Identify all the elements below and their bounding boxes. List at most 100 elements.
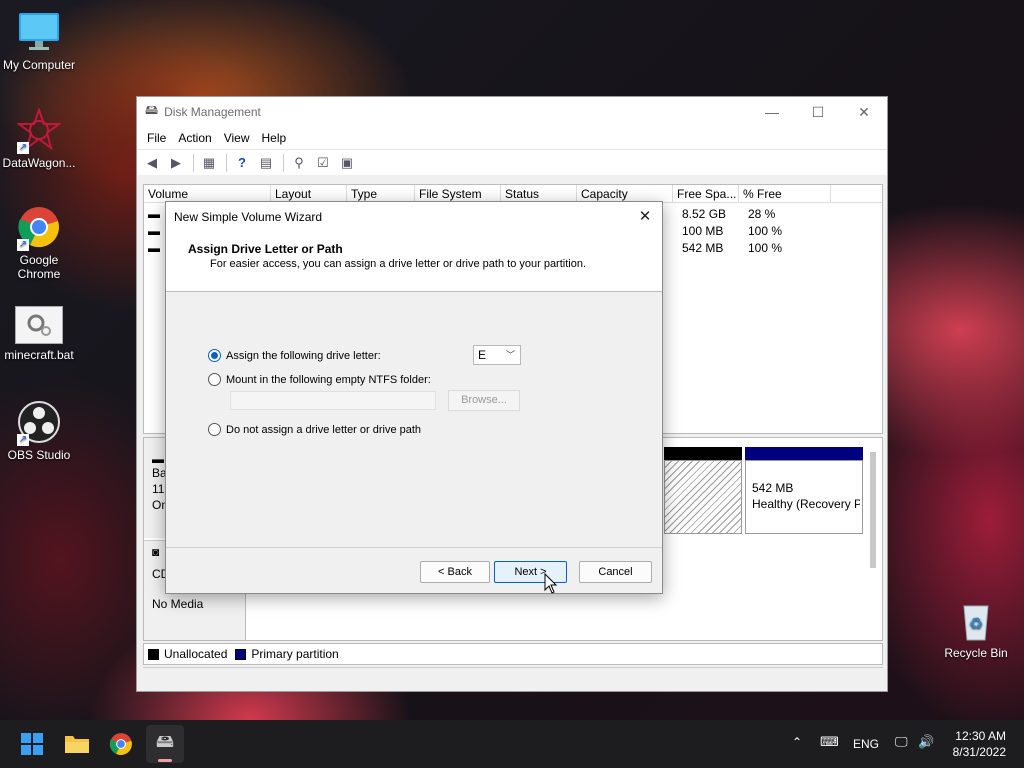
folder-icon <box>65 736 89 753</box>
menu-bar: File Action View Help <box>137 127 887 149</box>
active-app-indicator <box>158 759 172 762</box>
connect-icon[interactable]: ⚲ <box>288 153 310 173</box>
legend-unallocated: Unallocated <box>164 647 228 661</box>
radio-button[interactable] <box>208 373 221 386</box>
desktop-icon-label: OBS Studio <box>7 448 71 462</box>
menu-help[interactable]: Help <box>256 131 293 145</box>
back-button[interactable]: < Back <box>420 561 490 583</box>
partition-size: 542 MB <box>752 481 794 495</box>
column-header-status[interactable]: Status <box>501 185 577 202</box>
wizard-header: Assign Drive Letter or Path For easier a… <box>166 232 662 292</box>
properties-icon[interactable]: ▤ <box>255 153 277 173</box>
desktop-icon-obs-studio[interactable]: ↗ OBS Studio <box>0 400 78 462</box>
column-header-capacity[interactable]: Capacity <box>577 185 673 202</box>
desktop-icon-minecraft-bat[interactable]: minecraft.bat <box>0 306 78 362</box>
radio-button[interactable] <box>208 349 221 362</box>
recovery-partition[interactable]: 542 MB Healthy (Recovery P <box>745 460 863 534</box>
wizard-close-button[interactable]: ✕ <box>634 206 656 228</box>
menu-action[interactable]: Action <box>172 131 217 145</box>
wizard-footer-divider <box>166 547 662 548</box>
radio-button[interactable] <box>208 423 221 436</box>
input-language[interactable]: ENG <box>853 737 879 751</box>
legend-primary: Primary partition <box>251 647 339 661</box>
wizard-titlebar[interactable]: New Simple Volume Wizard ✕ <box>166 202 662 232</box>
settings-list-icon[interactable]: ▣ <box>336 153 358 173</box>
desktop-icon-recycle-bin[interactable]: ♻ Recycle Bin <box>936 598 1016 660</box>
column-header-layout[interactable]: Layout <box>271 185 347 202</box>
drive-icon: ▬ <box>148 224 160 238</box>
desktop-icon-label: Recycle Bin <box>944 646 1008 660</box>
window-title: Disk Management <box>164 105 261 119</box>
back-arrow-icon[interactable]: ◀ <box>141 153 163 173</box>
primary-partition-bar <box>745 447 863 460</box>
start-button[interactable] <box>13 725 51 763</box>
menu-file[interactable]: File <box>141 131 172 145</box>
desktop-icon-label: My Computer <box>2 58 76 72</box>
close-button[interactable]: ✕ <box>841 97 887 127</box>
column-header-volume[interactable]: Volume <box>144 185 271 202</box>
option-label: Assign the following drive letter: <box>226 349 381 362</box>
shortcut-arrow-icon: ↗ <box>17 142 29 154</box>
legend: Unallocated Primary partition <box>143 643 883 665</box>
taskbar-disk-management[interactable]: 🖴 <box>146 725 184 763</box>
option-label: Do not assign a drive letter or drive pa… <box>226 423 422 436</box>
window-titlebar[interactable]: 🖴 Disk Management — ☐ ✕ <box>137 97 887 127</box>
drive-icon: ▬ <box>148 241 160 255</box>
option-no-drive-letter[interactable]: Do not assign a drive letter or drive pa… <box>208 423 421 436</box>
minimize-button[interactable]: — <box>749 97 795 127</box>
status-bar <box>143 667 883 689</box>
network-icon[interactable]: 🖵 <box>895 734 908 750</box>
disk-management-icon: 🖴 <box>155 731 175 751</box>
cd-drive-icon: ◙ <box>152 545 160 559</box>
unallocated-bar <box>664 447 742 460</box>
svg-text:♻: ♻ <box>969 616 983 633</box>
browse-button: Browse... <box>448 390 520 411</box>
unallocated-partition[interactable] <box>664 460 742 534</box>
clock-time: 12:30 AM <box>955 729 1006 743</box>
column-header-file-system[interactable]: File System <box>415 185 501 202</box>
toolbar: ◀ ▶ ▦ ? ▤ ⚲ ☑ ▣ <box>137 149 887 175</box>
taskbar-chrome[interactable] <box>102 725 140 763</box>
chevron-up-icon[interactable]: ⌃ <box>792 735 802 749</box>
taskbar: 🖴 ⌃ ⌨ ENG 🖵 🔊 12:30 AM 8/31/2022 <box>0 720 1024 768</box>
volume-icon[interactable]: 🔊 <box>918 734 934 750</box>
option-assign-drive-letter[interactable]: Assign the following drive letter: <box>208 349 381 362</box>
wizard-subheading: For easier access, you can assign a driv… <box>210 258 587 270</box>
taskbar-file-explorer[interactable] <box>58 725 96 763</box>
console-tree-icon[interactable]: ▦ <box>198 153 220 173</box>
column-header-type[interactable]: Type <box>347 185 415 202</box>
graph-scrollbar[interactable] <box>870 452 876 568</box>
free-space-value: 8.52 GB <box>682 207 727 221</box>
percent-free-value: 100 % <box>748 241 783 255</box>
toolbar-separator <box>226 153 227 172</box>
option-label: Mount in the following empty NTFS folder… <box>226 373 431 386</box>
column-header-free-space[interactable]: Free Spa... <box>673 185 739 202</box>
percent-free-value: 100 % <box>748 224 783 238</box>
keyboard-icon[interactable]: ⌨ <box>820 734 839 750</box>
tray-clock[interactable]: 12:30 AM 8/31/2022 <box>953 728 1006 760</box>
partition-status: Healthy (Recovery P <box>752 497 860 511</box>
monitor-icon <box>17 10 61 54</box>
maximize-button[interactable]: ☐ <box>795 97 841 127</box>
primary-swatch <box>235 648 247 660</box>
drive-letter-select[interactable]: E ﹀ <box>473 345 521 365</box>
cancel-button[interactable]: Cancel <box>579 561 652 583</box>
no-media-label: No Media <box>152 597 204 611</box>
batch-file-icon <box>15 306 63 344</box>
toolbar-separator <box>193 153 194 172</box>
desktop-icon-my-computer[interactable]: My Computer <box>0 10 78 72</box>
drive-letter-value: E <box>478 348 487 362</box>
option-mount-ntfs-folder[interactable]: Mount in the following empty NTFS folder… <box>208 373 431 386</box>
desktop-icon-google-chrome[interactable]: ↗ Google Chrome <box>0 205 78 281</box>
drive-icon: ▬ <box>152 452 164 466</box>
desktop-icon-datawagon[interactable]: ↗ DataWagon... <box>0 107 78 170</box>
checklist-icon[interactable]: ☑ <box>312 153 334 173</box>
chrome-icon: ↗ <box>17 205 61 251</box>
wizard-title: New Simple Volume Wizard <box>174 210 323 224</box>
help-icon[interactable]: ? <box>231 153 253 173</box>
forward-arrow-icon[interactable]: ▶ <box>165 153 187 173</box>
free-space-value: 542 MB <box>682 241 724 255</box>
column-header-percent-free[interactable]: % Free <box>739 185 831 202</box>
menu-view[interactable]: View <box>218 131 256 145</box>
new-simple-volume-wizard: New Simple Volume Wizard ✕ Assign Drive … <box>165 201 663 594</box>
